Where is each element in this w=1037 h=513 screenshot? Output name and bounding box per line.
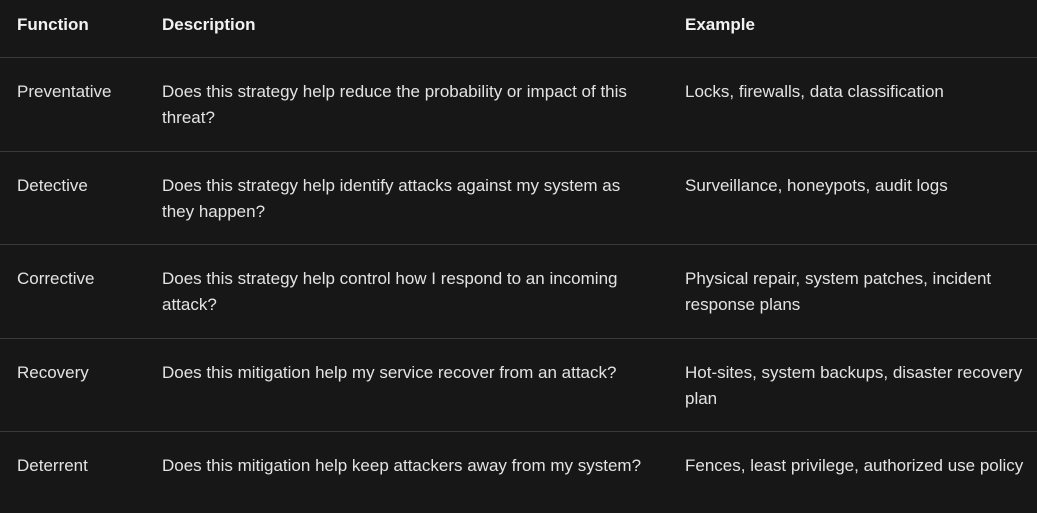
- table-row: Deterrent Does this mitigation help keep…: [0, 432, 1037, 513]
- example-cell: Surveillance, honeypots, audit logs: [685, 176, 948, 195]
- function-cell: Recovery: [17, 363, 89, 382]
- description-cell: Does this mitigation help my service rec…: [162, 363, 617, 382]
- table-row: Recovery Does this mitigation help my se…: [0, 339, 1037, 432]
- table-row: Preventative Does this strategy help red…: [0, 58, 1037, 152]
- security-controls-table: Function Description Example Preventativ…: [0, 0, 1037, 513]
- function-cell: Deterrent: [17, 456, 88, 475]
- column-header-example: Example: [685, 15, 755, 34]
- table-row: Corrective Does this strategy help contr…: [0, 245, 1037, 339]
- example-cell: Hot-sites, system backups, disaster reco…: [685, 363, 1023, 408]
- example-cell: Physical repair, system patches, inciden…: [685, 269, 992, 314]
- description-cell: Does this strategy help control how I re…: [162, 269, 618, 314]
- column-header-description: Description: [162, 15, 256, 34]
- description-cell: Does this mitigation help keep attackers…: [162, 456, 642, 475]
- description-cell: Does this strategy help identify attacks…: [162, 176, 621, 221]
- table-header-row: Function Description Example: [0, 0, 1037, 58]
- column-header-function: Function: [17, 15, 89, 34]
- function-cell: Preventative: [17, 82, 112, 101]
- description-cell: Does this strategy help reduce the proba…: [162, 82, 627, 127]
- example-cell: Locks, firewalls, data classification: [685, 82, 944, 101]
- function-cell: Corrective: [17, 269, 95, 288]
- example-cell: Fences, least privilege, authorized use …: [685, 456, 1024, 475]
- function-cell: Detective: [17, 176, 88, 195]
- table-row: Detective Does this strategy help identi…: [0, 152, 1037, 245]
